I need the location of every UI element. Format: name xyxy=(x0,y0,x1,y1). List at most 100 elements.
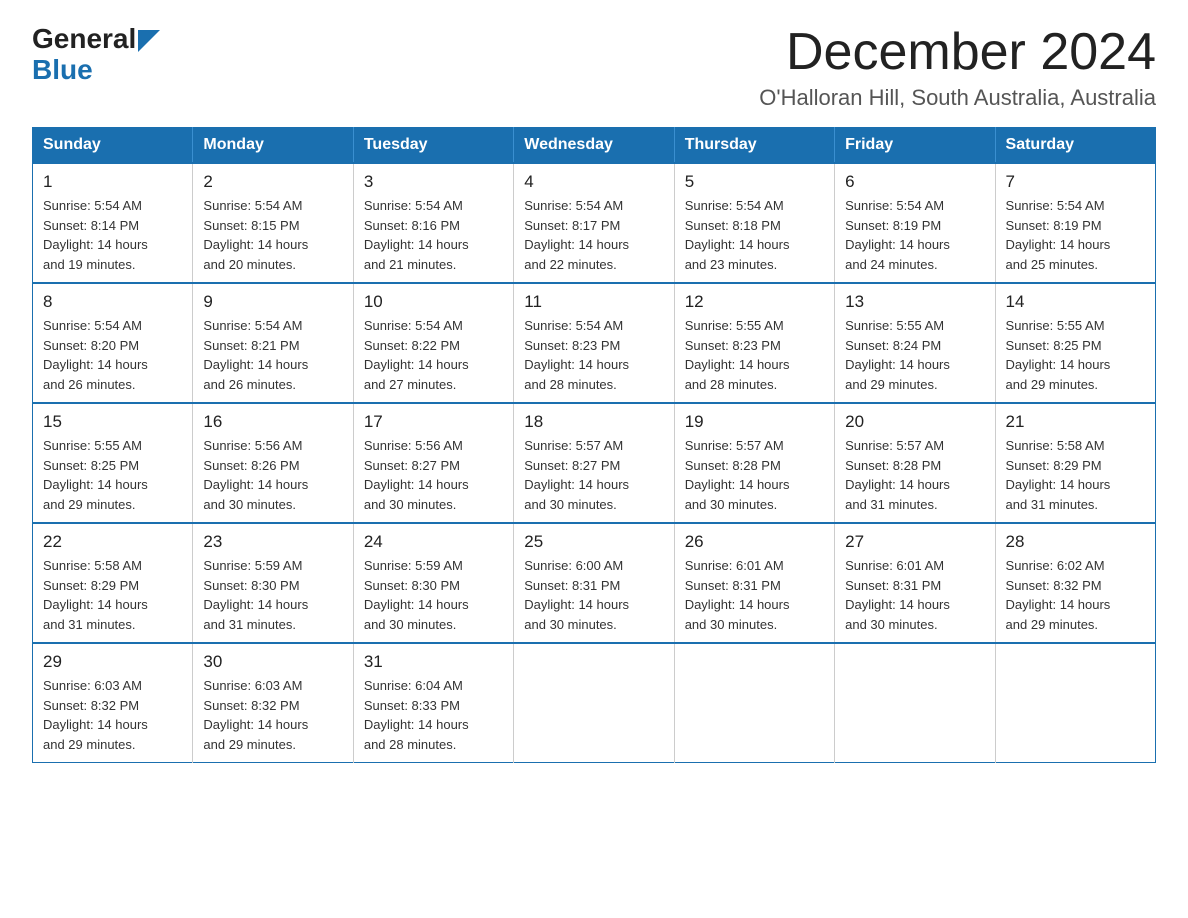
day-info: Sunrise: 5:54 AM Sunset: 8:16 PM Dayligh… xyxy=(364,196,503,274)
daylight-label: Daylight: 14 hours xyxy=(43,597,148,612)
day-info: Sunrise: 5:57 AM Sunset: 8:27 PM Dayligh… xyxy=(524,436,663,514)
weekday-header-wednesday: Wednesday xyxy=(514,128,674,164)
daylight-label: Daylight: 14 hours xyxy=(364,237,469,252)
calendar-cell: 19 Sunrise: 5:57 AM Sunset: 8:28 PM Dayl… xyxy=(674,403,834,523)
calendar-cell: 29 Sunrise: 6:03 AM Sunset: 8:32 PM Dayl… xyxy=(33,643,193,763)
sunrise-label: Sunrise: 6:04 AM xyxy=(364,678,463,693)
page-header: General Blue December 2024 O'Halloran Hi… xyxy=(32,24,1156,111)
daylight-label: Daylight: 14 hours xyxy=(524,357,629,372)
calendar-cell: 27 Sunrise: 6:01 AM Sunset: 8:31 PM Dayl… xyxy=(835,523,995,643)
sunrise-label: Sunrise: 5:54 AM xyxy=(43,318,142,333)
day-info: Sunrise: 5:54 AM Sunset: 8:20 PM Dayligh… xyxy=(43,316,182,394)
day-info: Sunrise: 5:57 AM Sunset: 8:28 PM Dayligh… xyxy=(845,436,984,514)
sunset-label: Sunset: 8:22 PM xyxy=(364,338,460,353)
daylight-label: Daylight: 14 hours xyxy=(845,357,950,372)
calendar-cell: 21 Sunrise: 5:58 AM Sunset: 8:29 PM Dayl… xyxy=(995,403,1155,523)
daylight-minutes: and 27 minutes. xyxy=(364,377,457,392)
daylight-minutes: and 26 minutes. xyxy=(203,377,296,392)
day-number: 4 xyxy=(524,172,663,192)
day-info: Sunrise: 5:55 AM Sunset: 8:25 PM Dayligh… xyxy=(1006,316,1145,394)
daylight-label: Daylight: 14 hours xyxy=(203,717,308,732)
page-title: December 2024 xyxy=(759,24,1156,81)
sunset-label: Sunset: 8:24 PM xyxy=(845,338,941,353)
calendar-cell: 26 Sunrise: 6:01 AM Sunset: 8:31 PM Dayl… xyxy=(674,523,834,643)
daylight-minutes: and 31 minutes. xyxy=(43,617,136,632)
daylight-minutes: and 24 minutes. xyxy=(845,257,938,272)
daylight-minutes: and 28 minutes. xyxy=(364,737,457,752)
calendar-cell: 28 Sunrise: 6:02 AM Sunset: 8:32 PM Dayl… xyxy=(995,523,1155,643)
sunset-label: Sunset: 8:20 PM xyxy=(43,338,139,353)
calendar-cell xyxy=(674,643,834,763)
day-info: Sunrise: 5:59 AM Sunset: 8:30 PM Dayligh… xyxy=(364,556,503,634)
sunrise-label: Sunrise: 5:54 AM xyxy=(685,198,784,213)
day-number: 6 xyxy=(845,172,984,192)
calendar-cell: 6 Sunrise: 5:54 AM Sunset: 8:19 PM Dayli… xyxy=(835,163,995,283)
sunrise-label: Sunrise: 5:54 AM xyxy=(524,198,623,213)
calendar-cell xyxy=(835,643,995,763)
sunrise-label: Sunrise: 5:56 AM xyxy=(364,438,463,453)
daylight-minutes: and 23 minutes. xyxy=(685,257,778,272)
sunrise-label: Sunrise: 5:54 AM xyxy=(203,318,302,333)
day-info: Sunrise: 6:03 AM Sunset: 8:32 PM Dayligh… xyxy=(203,676,342,754)
day-number: 10 xyxy=(364,292,503,312)
daylight-minutes: and 31 minutes. xyxy=(845,497,938,512)
day-info: Sunrise: 6:00 AM Sunset: 8:31 PM Dayligh… xyxy=(524,556,663,634)
calendar-cell: 2 Sunrise: 5:54 AM Sunset: 8:15 PM Dayli… xyxy=(193,163,353,283)
day-info: Sunrise: 6:01 AM Sunset: 8:31 PM Dayligh… xyxy=(685,556,824,634)
day-number: 15 xyxy=(43,412,182,432)
sunset-label: Sunset: 8:25 PM xyxy=(43,458,139,473)
sunrise-label: Sunrise: 5:54 AM xyxy=(43,198,142,213)
calendar-week-1: 1 Sunrise: 5:54 AM Sunset: 8:14 PM Dayli… xyxy=(33,163,1156,283)
daylight-label: Daylight: 14 hours xyxy=(43,357,148,372)
day-number: 30 xyxy=(203,652,342,672)
calendar-cell: 15 Sunrise: 5:55 AM Sunset: 8:25 PM Dayl… xyxy=(33,403,193,523)
calendar-cell: 23 Sunrise: 5:59 AM Sunset: 8:30 PM Dayl… xyxy=(193,523,353,643)
logo-general-text: General xyxy=(32,24,136,55)
daylight-label: Daylight: 14 hours xyxy=(845,237,950,252)
calendar-cell: 18 Sunrise: 5:57 AM Sunset: 8:27 PM Dayl… xyxy=(514,403,674,523)
weekday-header-monday: Monday xyxy=(193,128,353,164)
calendar-cell: 3 Sunrise: 5:54 AM Sunset: 8:16 PM Dayli… xyxy=(353,163,513,283)
daylight-label: Daylight: 14 hours xyxy=(685,477,790,492)
daylight-label: Daylight: 14 hours xyxy=(43,717,148,732)
day-number: 14 xyxy=(1006,292,1145,312)
day-info: Sunrise: 5:59 AM Sunset: 8:30 PM Dayligh… xyxy=(203,556,342,634)
sunset-label: Sunset: 8:14 PM xyxy=(43,218,139,233)
calendar-cell: 20 Sunrise: 5:57 AM Sunset: 8:28 PM Dayl… xyxy=(835,403,995,523)
daylight-label: Daylight: 14 hours xyxy=(364,477,469,492)
sunset-label: Sunset: 8:31 PM xyxy=(685,578,781,593)
page-subtitle: O'Halloran Hill, South Australia, Austra… xyxy=(759,85,1156,111)
logo: General Blue xyxy=(32,24,160,86)
sunrise-label: Sunrise: 5:54 AM xyxy=(203,198,302,213)
daylight-minutes: and 26 minutes. xyxy=(43,377,136,392)
day-number: 27 xyxy=(845,532,984,552)
daylight-minutes: and 30 minutes. xyxy=(685,497,778,512)
day-info: Sunrise: 5:54 AM Sunset: 8:19 PM Dayligh… xyxy=(845,196,984,274)
day-number: 26 xyxy=(685,532,824,552)
day-number: 11 xyxy=(524,292,663,312)
daylight-minutes: and 30 minutes. xyxy=(524,617,617,632)
day-number: 22 xyxy=(43,532,182,552)
sunrise-label: Sunrise: 6:01 AM xyxy=(845,558,944,573)
sunset-label: Sunset: 8:29 PM xyxy=(1006,458,1102,473)
daylight-label: Daylight: 14 hours xyxy=(364,357,469,372)
daylight-minutes: and 29 minutes. xyxy=(43,737,136,752)
sunset-label: Sunset: 8:32 PM xyxy=(43,698,139,713)
sunrise-label: Sunrise: 5:55 AM xyxy=(1006,318,1105,333)
calendar-cell: 22 Sunrise: 5:58 AM Sunset: 8:29 PM Dayl… xyxy=(33,523,193,643)
sunset-label: Sunset: 8:33 PM xyxy=(364,698,460,713)
day-info: Sunrise: 5:54 AM Sunset: 8:17 PM Dayligh… xyxy=(524,196,663,274)
logo-triangle-icon xyxy=(138,30,160,52)
daylight-label: Daylight: 14 hours xyxy=(1006,357,1111,372)
day-info: Sunrise: 5:54 AM Sunset: 8:14 PM Dayligh… xyxy=(43,196,182,274)
calendar-week-2: 8 Sunrise: 5:54 AM Sunset: 8:20 PM Dayli… xyxy=(33,283,1156,403)
day-number: 1 xyxy=(43,172,182,192)
sunrise-label: Sunrise: 5:56 AM xyxy=(203,438,302,453)
day-info: Sunrise: 5:58 AM Sunset: 8:29 PM Dayligh… xyxy=(43,556,182,634)
day-info: Sunrise: 6:01 AM Sunset: 8:31 PM Dayligh… xyxy=(845,556,984,634)
day-number: 25 xyxy=(524,532,663,552)
sunrise-label: Sunrise: 5:58 AM xyxy=(1006,438,1105,453)
day-number: 18 xyxy=(524,412,663,432)
day-info: Sunrise: 5:54 AM Sunset: 8:23 PM Dayligh… xyxy=(524,316,663,394)
sunrise-label: Sunrise: 5:57 AM xyxy=(685,438,784,453)
